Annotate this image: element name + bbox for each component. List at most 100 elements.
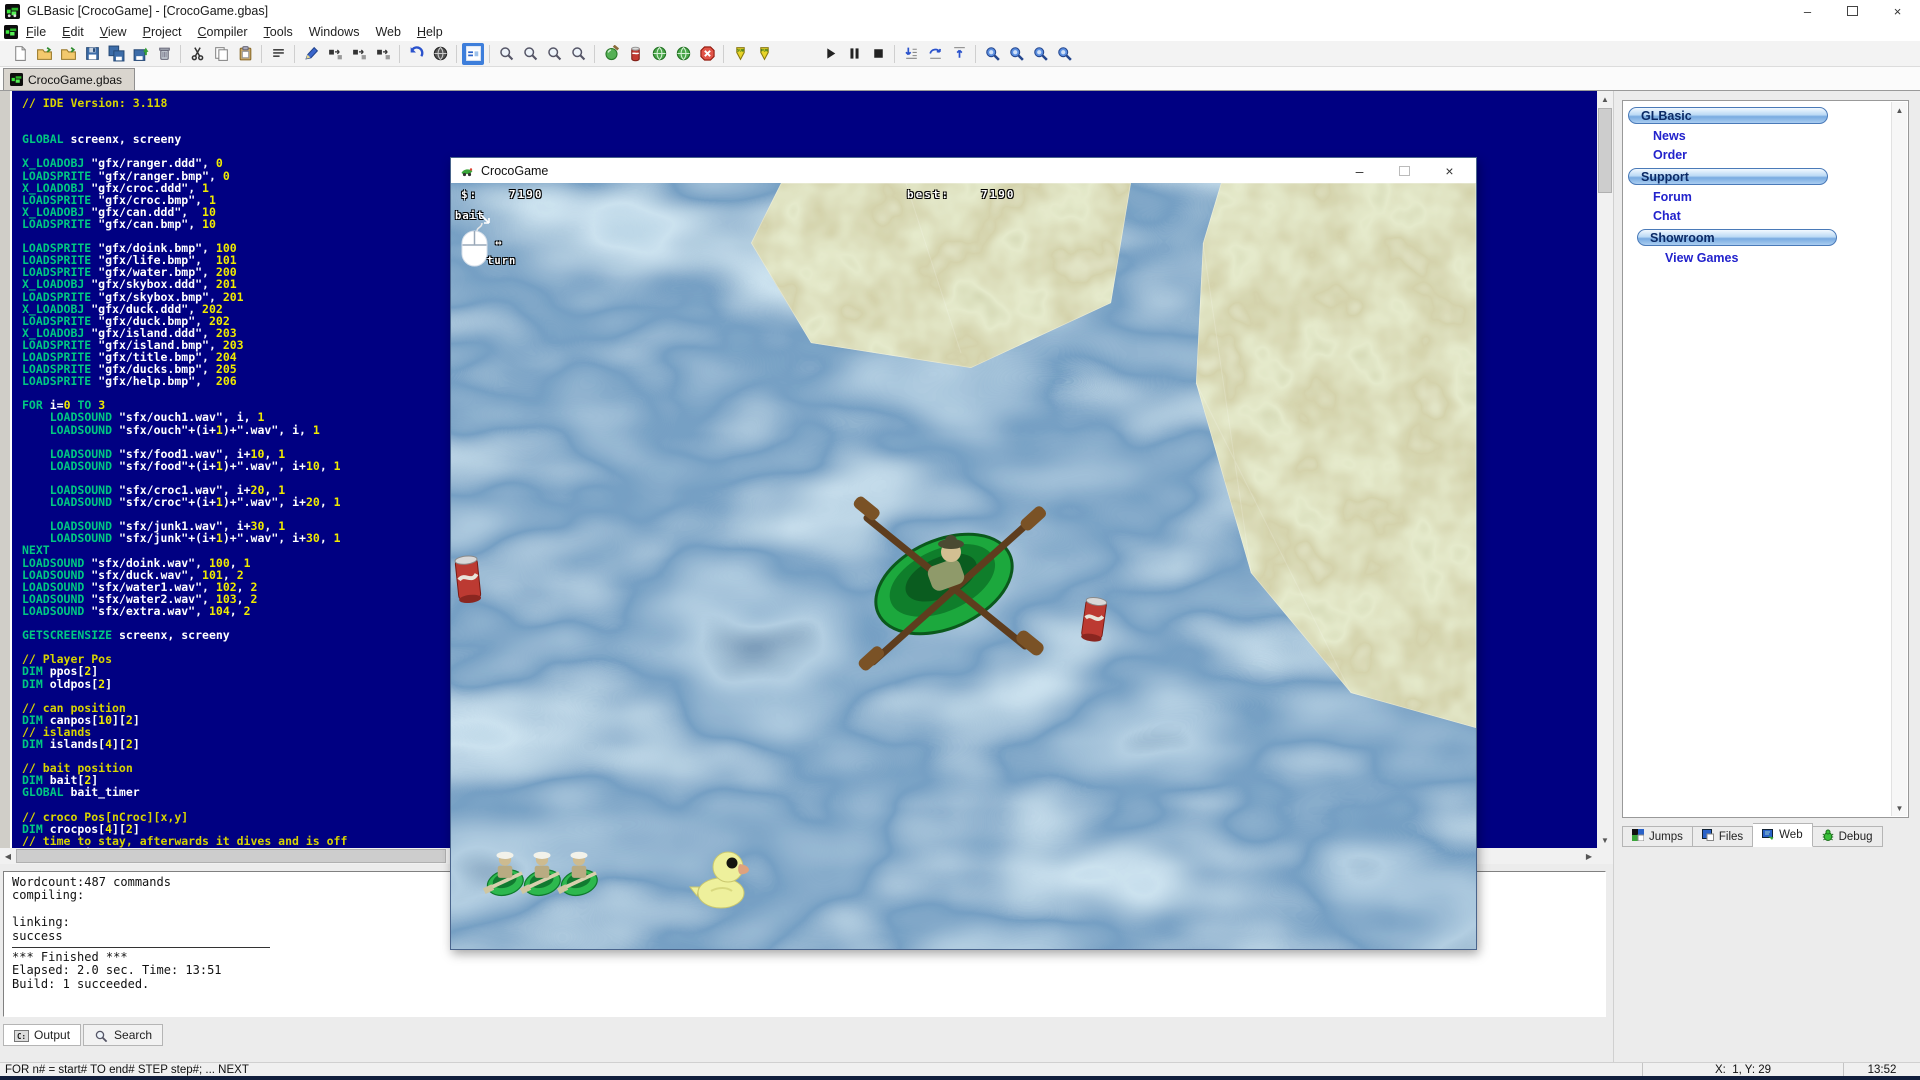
debug-pause-button[interactable] <box>843 43 865 65</box>
toolbar-separator <box>489 45 490 63</box>
copy-icon <box>213 45 230 62</box>
find-symbol-button[interactable] <box>372 43 394 65</box>
output-line: Build: 1 succeeded. <box>12 978 1597 991</box>
menu-compiler[interactable]: Compiler <box>190 24 256 40</box>
replace-button[interactable] <box>324 43 346 65</box>
scroll-down-icon[interactable]: ▼ <box>1597 832 1613 848</box>
tab-output[interactable]: C:Output <box>3 1024 81 1046</box>
cursor-position: X: 1, Y: 29 <box>1642 1063 1843 1076</box>
hud-turn-label: turn <box>487 255 516 267</box>
save-button[interactable] <box>81 43 103 65</box>
delete-button[interactable] <box>153 43 175 65</box>
game-window-title: CrocoGame <box>481 164 548 178</box>
output-tabbar: C:OutputSearch <box>3 1024 163 1046</box>
build-run-button[interactable] <box>672 43 694 65</box>
game-maximize-button[interactable] <box>1382 158 1427 183</box>
step-into-button[interactable] <box>900 43 922 65</box>
close-button[interactable]: × <box>1875 0 1920 22</box>
sidebar-tab-jumps[interactable]: Jumps <box>1622 826 1693 847</box>
scroll-right-icon[interactable]: ▶ <box>1581 848 1597 864</box>
game-titlebar[interactable]: CrocoGame – × <box>451 158 1476 184</box>
menu-project[interactable]: Project <box>135 24 190 40</box>
toolbar-separator <box>261 45 262 63</box>
menu-web[interactable]: Web <box>367 24 408 40</box>
sidebar-link-forum[interactable]: Forum <box>1653 190 1908 204</box>
format-button[interactable] <box>267 43 289 65</box>
code-line: // can position <box>22 702 347 714</box>
debug-run-button[interactable] <box>819 43 841 65</box>
step-over-button[interactable] <box>924 43 946 65</box>
code-line <box>22 109 347 121</box>
goto-sub-button[interactable]: SUB <box>729 43 751 65</box>
mdi-document-icon <box>4 25 18 39</box>
sidebar-tab-debug[interactable]: Debug <box>1813 826 1883 847</box>
build-button[interactable] <box>624 43 646 65</box>
minimize-button[interactable]: – <box>1785 0 1830 22</box>
replace-all-button[interactable] <box>348 43 370 65</box>
sidebar-tab-web[interactable]: Web <box>1753 823 1812 847</box>
sidebar-tab-files[interactable]: Files <box>1693 826 1753 847</box>
debug-stop-icon <box>870 45 887 62</box>
bookmark-toggle-button[interactable] <box>981 43 1003 65</box>
game-minimize-button[interactable]: – <box>1337 158 1382 183</box>
run-button[interactable] <box>648 43 670 65</box>
bookmark-prev-button[interactable] <box>1029 43 1051 65</box>
open-file-icon <box>36 45 53 62</box>
menu-help[interactable]: Help <box>409 24 451 40</box>
sidebar-scroll-up-icon[interactable]: ▲ <box>1892 102 1907 118</box>
horizontal-scroll-thumb[interactable] <box>16 849 446 863</box>
tab-search[interactable]: Search <box>83 1024 163 1046</box>
lives-indicator <box>491 845 602 906</box>
game-viewport[interactable]: $: 7190 best: 7190 bait ↔ turn <box>451 183 1476 949</box>
undo-button[interactable] <box>405 43 427 65</box>
find-next-button[interactable] <box>519 43 541 65</box>
bookmark-next-button[interactable] <box>1005 43 1027 65</box>
menu-view[interactable]: View <box>92 24 135 40</box>
vertical-scroll-thumb[interactable] <box>1598 108 1612 193</box>
game-close-button[interactable]: × <box>1427 158 1472 183</box>
toolbar-separator <box>399 45 400 63</box>
console-icon: C: <box>14 1029 29 1042</box>
menu-edit[interactable]: Edit <box>54 24 92 40</box>
goto-fun-button[interactable]: FUN <box>753 43 775 65</box>
sidebar-tab-label: Web <box>1779 829 1802 841</box>
open-recent-button[interactable] <box>57 43 79 65</box>
svg-text:FUN: FUN <box>761 48 769 53</box>
open-file-button[interactable] <box>33 43 55 65</box>
cut-button[interactable] <box>186 43 208 65</box>
sidebar-scrollbar[interactable]: ▲ ▼ <box>1891 102 1907 816</box>
menu-windows[interactable]: Windows <box>301 24 368 40</box>
step-out-button[interactable] <box>948 43 970 65</box>
menu-file[interactable]: File <box>18 24 54 40</box>
find-prev-button[interactable] <box>543 43 565 65</box>
toggle-project-view-button[interactable] <box>462 43 484 65</box>
debug-stop-button[interactable] <box>867 43 889 65</box>
sidebar-link-view-games[interactable]: View Games <box>1665 251 1908 265</box>
hud-best-label: best: <box>907 188 950 201</box>
gbas-file-icon <box>10 73 23 86</box>
scroll-up-icon[interactable]: ▲ <box>1597 91 1613 107</box>
tab-crocogame-gbas[interactable]: CrocoGame.gbas <box>3 68 135 90</box>
stop-build-button[interactable] <box>696 43 718 65</box>
sidebar-link-news[interactable]: News <box>1653 129 1908 143</box>
copy-button[interactable] <box>210 43 232 65</box>
syntax-check-icon <box>603 45 620 62</box>
sidebar-scroll-down-icon[interactable]: ▼ <box>1892 800 1907 816</box>
maximize-button[interactable] <box>1830 0 1875 22</box>
syntax-check-button[interactable] <box>600 43 622 65</box>
edit-marker-button[interactable] <box>300 43 322 65</box>
scroll-left-icon[interactable]: ◀ <box>0 848 16 864</box>
bookmark-clear-button[interactable] <box>1053 43 1075 65</box>
find-in-files-button[interactable] <box>567 43 589 65</box>
paste-button[interactable] <box>234 43 256 65</box>
find-button[interactable] <box>495 43 517 65</box>
export-button[interactable] <box>129 43 151 65</box>
editor-vertical-scrollbar[interactable]: ▲ ▼ <box>1597 91 1613 848</box>
new-file-button[interactable] <box>9 43 31 65</box>
redo-button[interactable] <box>429 43 451 65</box>
sidebar-link-order[interactable]: Order <box>1653 148 1908 162</box>
menu-tools[interactable]: Tools <box>256 24 301 40</box>
save-all-button[interactable] <box>105 43 127 65</box>
sidebar-link-chat[interactable]: Chat <box>1653 209 1908 223</box>
find-next-icon <box>522 45 539 62</box>
